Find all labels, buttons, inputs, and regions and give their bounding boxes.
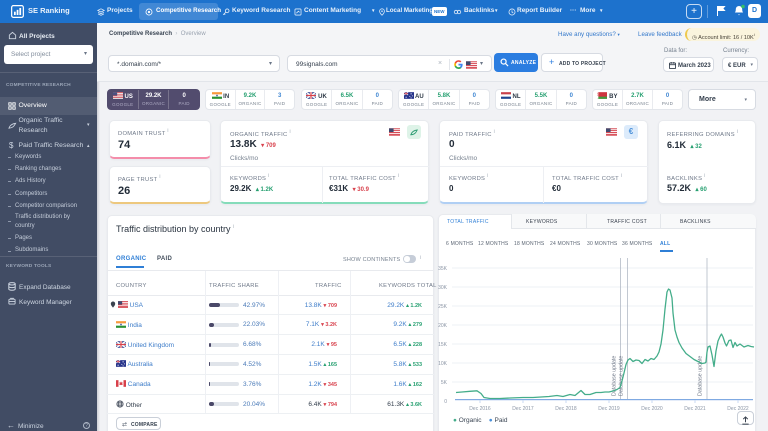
svg-text:Dec 2019: Dec 2019 (598, 406, 620, 412)
svg-text:10K: 10K (438, 361, 448, 367)
svg-text:20K: 20K (438, 323, 448, 329)
svg-text:0: 0 (444, 399, 447, 405)
svg-text:35K: 35K (438, 266, 448, 272)
svg-text:Dec 2020: Dec 2020 (641, 406, 663, 412)
svg-text:30K: 30K (438, 285, 448, 291)
svg-text:5K: 5K (441, 380, 448, 386)
svg-text:Dec 2021: Dec 2021 (684, 406, 706, 412)
svg-text:25K: 25K (438, 304, 448, 310)
svg-text:Dec 2017: Dec 2017 (512, 406, 534, 412)
svg-text:Dec 2018: Dec 2018 (555, 406, 577, 412)
svg-text:15K: 15K (438, 342, 448, 348)
svg-text:Dec 2016: Dec 2016 (469, 406, 491, 412)
